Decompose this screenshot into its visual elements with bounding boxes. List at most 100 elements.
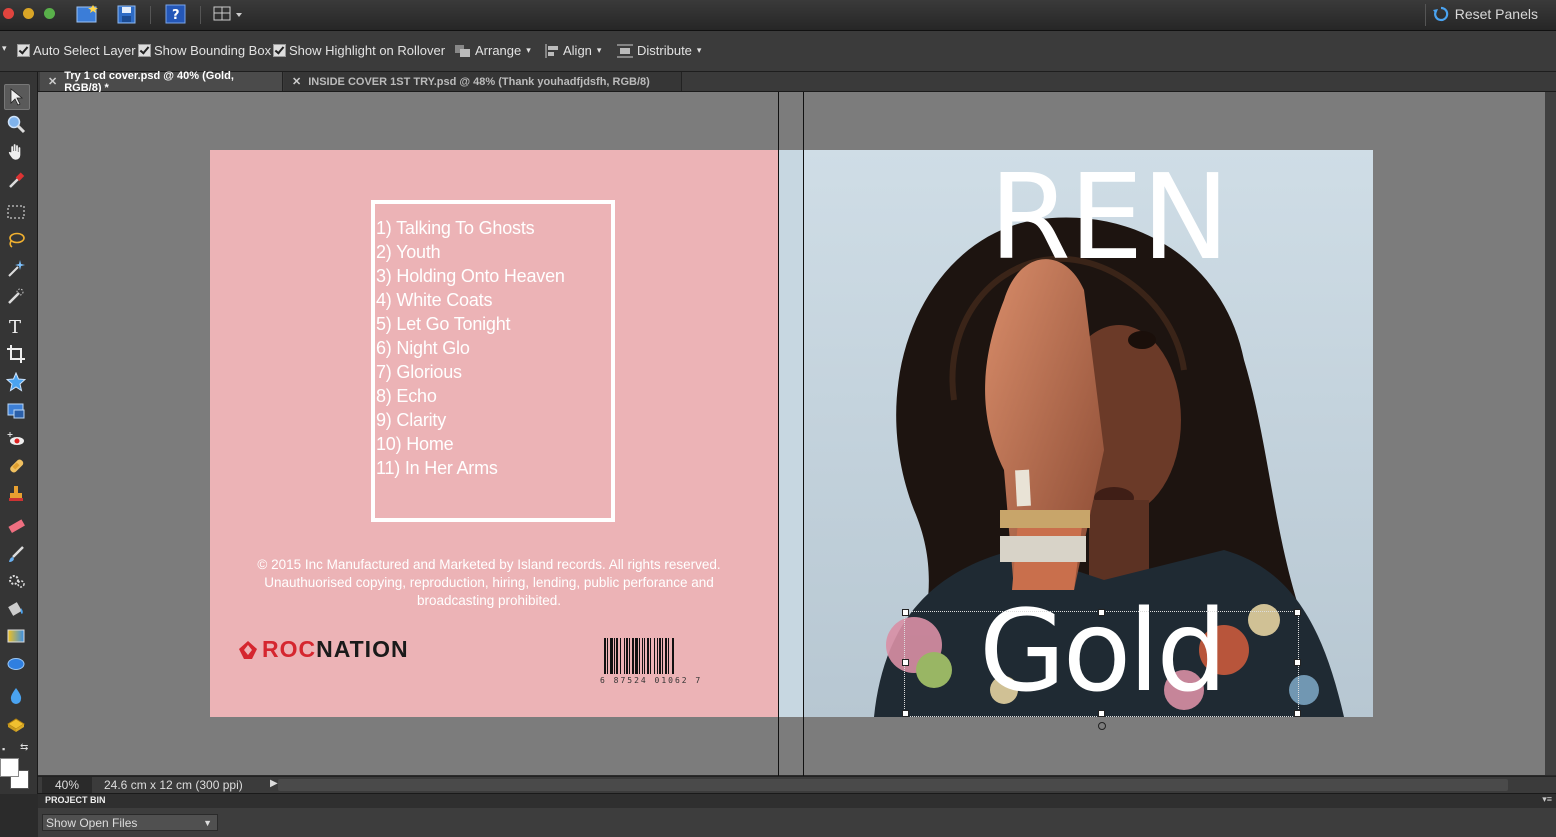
- type-tool-icon[interactable]: T: [4, 314, 28, 338]
- swap-colors-icon[interactable]: ⇆: [20, 742, 28, 753]
- show-highlight-checkbox[interactable]: Show Highlight on Rollover: [273, 43, 445, 58]
- help-icon[interactable]: ?: [165, 4, 187, 24]
- zoom-window-button[interactable]: [44, 8, 55, 19]
- eraser-tool-icon[interactable]: [4, 514, 28, 538]
- transform-handle[interactable]: [902, 710, 909, 717]
- marquee-tool-icon[interactable]: [4, 200, 28, 224]
- barcode-bar: [624, 638, 625, 674]
- text-layer-bounding-box[interactable]: [902, 609, 1301, 730]
- eyedropper-tool-icon[interactable]: [4, 168, 28, 192]
- zoom-level-field[interactable]: 40%: [42, 777, 92, 793]
- copyright-line: broadcasting prohibited.: [416, 593, 562, 608]
- track-item: 8) Echo: [376, 386, 437, 406]
- barcode-bar: [665, 638, 667, 674]
- track-item: 3) Holding Onto Heaven: [376, 266, 565, 286]
- guide-line[interactable]: [803, 92, 804, 776]
- vertical-scrollbar[interactable]: [1545, 92, 1556, 775]
- sponge-tool-icon[interactable]: [4, 712, 28, 736]
- horizontal-scrollbar[interactable]: [278, 779, 1508, 791]
- distribute-icon: [617, 44, 633, 57]
- ellipse-shape-tool-icon[interactable]: [4, 652, 28, 676]
- track-item: 11) In Her Arms: [376, 458, 498, 478]
- status-bar: 40% 24.6 cm x 12 cm (300 ppi) ▶: [38, 776, 1556, 793]
- show-files-select[interactable]: Show Open Files ▼: [42, 814, 218, 831]
- align-dropdown[interactable]: Align ▾: [544, 43, 601, 58]
- rocnation-wordmark: ROCNATION: [262, 636, 409, 663]
- transform-handle[interactable]: [1098, 710, 1105, 717]
- track-item: 7) Glorious: [376, 362, 462, 382]
- panel-menu-icon[interactable]: ▾≡: [1542, 794, 1552, 805]
- crop-tool-icon[interactable]: [4, 342, 28, 366]
- move-tool-icon[interactable]: [4, 84, 30, 110]
- barcode-bar: [659, 638, 661, 674]
- save-icon[interactable]: [116, 4, 138, 24]
- default-colors-icon[interactable]: ▪: [2, 744, 5, 754]
- checkbox-checked-icon: [17, 44, 30, 57]
- transform-handle[interactable]: [1098, 609, 1105, 616]
- show-bounding-box-label: Show Bounding Box: [154, 43, 272, 58]
- quick-selection-tool-icon[interactable]: [4, 284, 28, 308]
- svg-text:T: T: [9, 317, 21, 336]
- show-bounding-box-checkbox[interactable]: Show Bounding Box: [138, 43, 271, 58]
- arrange-dropdown[interactable]: Arrange ▾: [454, 43, 531, 58]
- copyright-line: Unauthuorised copying, reproduction, hir…: [264, 575, 714, 590]
- smart-brush-tool-icon[interactable]: [4, 568, 28, 592]
- svg-text:?: ?: [172, 8, 180, 23]
- shape-tool-icon[interactable]: [4, 370, 28, 394]
- toolbar-divider: [1425, 4, 1426, 26]
- lasso-tool-icon[interactable]: [4, 228, 28, 252]
- barcode-bar: [642, 638, 643, 674]
- checkbox-checked-icon: [138, 44, 151, 57]
- transform-handle[interactable]: [902, 609, 909, 616]
- auto-select-layer-checkbox[interactable]: Auto Select Layer: [17, 43, 136, 58]
- tab-try-1-cd-cover[interactable]: ✕ Try 1 cd cover.psd @ 40% (Gold, RGB/8)…: [40, 69, 283, 94]
- tab-inside-cover[interactable]: ✕ INSIDE COVER 1ST TRY.psd @ 48% (Thank …: [284, 72, 682, 91]
- status-menu-arrow-icon[interactable]: ▶: [270, 778, 278, 789]
- close-icon[interactable]: ✕: [48, 75, 57, 88]
- transform-handle[interactable]: [1294, 609, 1301, 616]
- close-icon[interactable]: ✕: [292, 75, 301, 88]
- layout-menu-icon[interactable]: [212, 4, 242, 24]
- rocnation-logo: ROCNATION: [237, 636, 409, 663]
- spine: [779, 150, 803, 717]
- transform-handle[interactable]: [1294, 659, 1301, 666]
- auto-select-layer-label: Auto Select Layer: [33, 43, 136, 58]
- barcode-bar: [610, 638, 613, 674]
- recompose-tool-icon[interactable]: [4, 398, 28, 422]
- gradient-tool-icon[interactable]: [4, 624, 28, 648]
- guide-line[interactable]: [778, 92, 779, 776]
- minimize-window-button[interactable]: [23, 8, 34, 19]
- magic-wand-tool-icon[interactable]: [4, 256, 28, 280]
- brush-tool-icon[interactable]: [4, 542, 28, 566]
- transform-handle[interactable]: [1294, 710, 1301, 717]
- options-menu-caret[interactable]: ▾: [0, 43, 7, 54]
- red-eye-tool-icon[interactable]: [4, 428, 28, 452]
- project-bin: Show Open Files ▼: [38, 808, 1556, 837]
- paint-bucket-tool-icon[interactable]: [4, 596, 28, 620]
- distribute-dropdown[interactable]: Distribute ▾: [616, 43, 701, 58]
- barcode-bar: [672, 638, 674, 674]
- rotate-handle[interactable]: [1098, 722, 1106, 730]
- reset-panels-label: Reset Panels: [1454, 6, 1538, 22]
- distribute-label: Distribute: [637, 43, 692, 58]
- new-document-icon[interactable]: [76, 4, 98, 24]
- reset-panels-button[interactable]: Reset Panels: [1432, 6, 1538, 22]
- logo-red-text: ROC: [262, 636, 317, 662]
- tab-label: Try 1 cd cover.psd @ 40% (Gold, RGB/8) *: [64, 69, 234, 94]
- barcode-bar: [657, 638, 658, 674]
- reset-icon: [1432, 6, 1448, 22]
- track-item: 10) Home: [376, 434, 454, 454]
- transform-handle[interactable]: [902, 659, 909, 666]
- clone-stamp-tool-icon[interactable]: [4, 482, 28, 506]
- barcode-bar: [604, 638, 606, 674]
- arrange-icon: [455, 44, 470, 57]
- align-icon: [545, 43, 558, 58]
- arrange-label: Arrange: [475, 43, 522, 58]
- foreground-color-swatch[interactable]: [0, 758, 19, 777]
- project-bin-header: PROJECT BIN ▾≡: [38, 793, 1556, 809]
- healing-brush-tool-icon[interactable]: [4, 454, 28, 478]
- blur-tool-icon[interactable]: [4, 684, 28, 708]
- zoom-tool-icon[interactable]: [4, 112, 28, 136]
- close-window-button[interactable]: [3, 8, 14, 19]
- hand-tool-icon[interactable]: [4, 140, 28, 164]
